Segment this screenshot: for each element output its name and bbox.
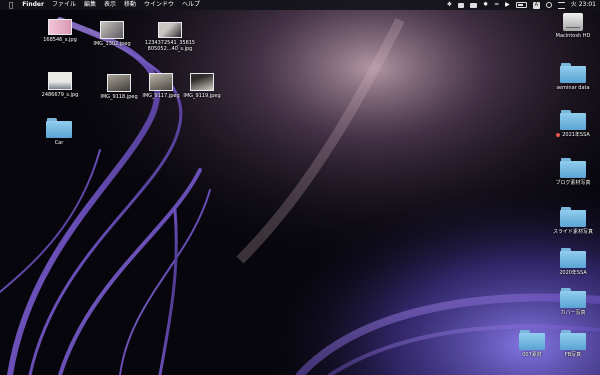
hard-disk-icon <box>563 13 583 31</box>
desktop-folder-fb-photos[interactable]: FB写真 <box>548 330 598 358</box>
file-label: Macintosh HD <box>555 33 591 39</box>
file-label: IMG_1302.jpeg <box>93 41 131 47</box>
desktop-file-img-9117[interactable]: IMG_9117.jpeg <box>141 73 181 99</box>
file-label-row: 2021年SSA <box>556 132 590 138</box>
file-label: 168546_s.jpg <box>43 37 77 43</box>
file-label: Car <box>54 140 64 146</box>
folder-icon <box>560 207 586 227</box>
volume-icon[interactable]: ▶ <box>505 0 510 10</box>
control-center-icon[interactable] <box>557 1 565 9</box>
folder-icon <box>560 330 586 350</box>
file-label: IMG_9118.jpeg <box>100 94 138 100</box>
folder-icon <box>560 63 586 83</box>
photo-thumbnail <box>158 22 182 38</box>
file-label: 007素材 <box>522 352 542 358</box>
desktop-disk-macintosh-hd[interactable]: Macintosh HD <box>548 13 598 39</box>
desktop-file-img-1302[interactable]: IMG_1302.jpeg <box>90 21 134 47</box>
file-label: 2486679_s.jpg <box>41 92 79 98</box>
wifi-icon[interactable]: ≈ <box>494 0 499 10</box>
folder-icon <box>560 288 586 308</box>
status-area: ❖ ✸ ≈ ▶ A 火 23:01 <box>441 0 596 10</box>
photo-thumbnail <box>48 19 72 35</box>
desktop-folder-slide-photos[interactable]: スライド素材写真 <box>548 207 598 235</box>
desktop-folder-2021-ssa[interactable]: 2021年SSA <box>548 110 598 138</box>
desktop-folder-cover-photos[interactable]: カバー写真 <box>548 288 598 316</box>
folder-icon <box>560 110 586 130</box>
photo-thumbnail <box>107 74 131 92</box>
menu-window[interactable]: ウインドウ <box>140 0 178 10</box>
photo-thumbnail <box>190 73 214 91</box>
menu-file[interactable]: ファイル <box>48 0 80 10</box>
menu-view[interactable]: 表示 <box>100 0 120 10</box>
file-label: スライド素材写真 <box>552 229 593 235</box>
desktop-file-img-9119[interactable]: IMG_9119.jpeg <box>180 73 224 99</box>
clock[interactable]: 火 23:01 <box>571 0 596 10</box>
message-icon[interactable] <box>458 2 465 8</box>
menu-edit[interactable]: 編集 <box>80 0 100 10</box>
desktop-file-img-9118[interactable]: IMG_9118.jpeg <box>99 74 139 100</box>
file-label: ブログ素材写真 <box>555 180 591 186</box>
folder-icon <box>560 248 586 268</box>
file-label: 1234372541_35815 805052...40_s.jpg <box>144 40 196 52</box>
file-label: IMG_9119.jpeg <box>183 93 221 99</box>
bluetooth-icon[interactable]: ✸ <box>483 0 488 10</box>
dropbox-icon[interactable]: ❖ <box>447 0 452 10</box>
photo-thumbnail <box>100 21 124 39</box>
desktop-file-1234372541[interactable]: 1234372541_35815 805052...40_s.jpg <box>143 22 197 52</box>
desktop-file-2486679[interactable]: 2486679_s.jpg <box>40 72 80 98</box>
folder-icon <box>560 158 586 178</box>
file-label: 2021年SSA <box>562 132 590 138</box>
file-label: FB写真 <box>564 352 582 358</box>
spotlight-icon[interactable] <box>545 2 552 8</box>
menu-bar:  Finder ファイル 編集 表示 移動 ウインドウ ヘルプ ❖ ✸ ≈ ▶… <box>0 0 600 10</box>
app-menu-finder[interactable]: Finder <box>18 0 48 10</box>
file-label: seminar data <box>556 85 590 91</box>
file-label: IMG_9117.jpeg <box>142 93 180 99</box>
apple-menu-icon[interactable]:  <box>0 0 18 10</box>
menu-help[interactable]: ヘルプ <box>178 0 204 10</box>
battery-icon[interactable] <box>515 2 527 8</box>
photo-thumbnail <box>48 72 72 90</box>
desktop-folder-2020-ssa[interactable]: 2020年SSA <box>548 248 598 276</box>
red-tag-icon <box>556 132 561 137</box>
folder-icon <box>519 330 545 350</box>
photo-thumbnail <box>149 73 173 91</box>
file-label: カバー写真 <box>560 310 586 316</box>
desktop-wallpaper <box>0 0 600 375</box>
desktop-folder-blog-photos[interactable]: ブログ素材写真 <box>548 158 598 186</box>
wallpaper-art <box>0 0 600 375</box>
desktop-file-168546[interactable]: 168546_s.jpg <box>40 19 80 43</box>
menu-go[interactable]: 移動 <box>120 0 140 10</box>
desktop-folder-car[interactable]: Car <box>44 118 74 146</box>
desktop-folder-seminar-data[interactable]: seminar data <box>548 63 598 91</box>
input-source-icon[interactable]: A <box>532 1 540 9</box>
file-label: 2020年SSA <box>559 270 587 276</box>
screen-mirror-icon[interactable] <box>470 2 478 8</box>
folder-icon <box>46 118 72 138</box>
